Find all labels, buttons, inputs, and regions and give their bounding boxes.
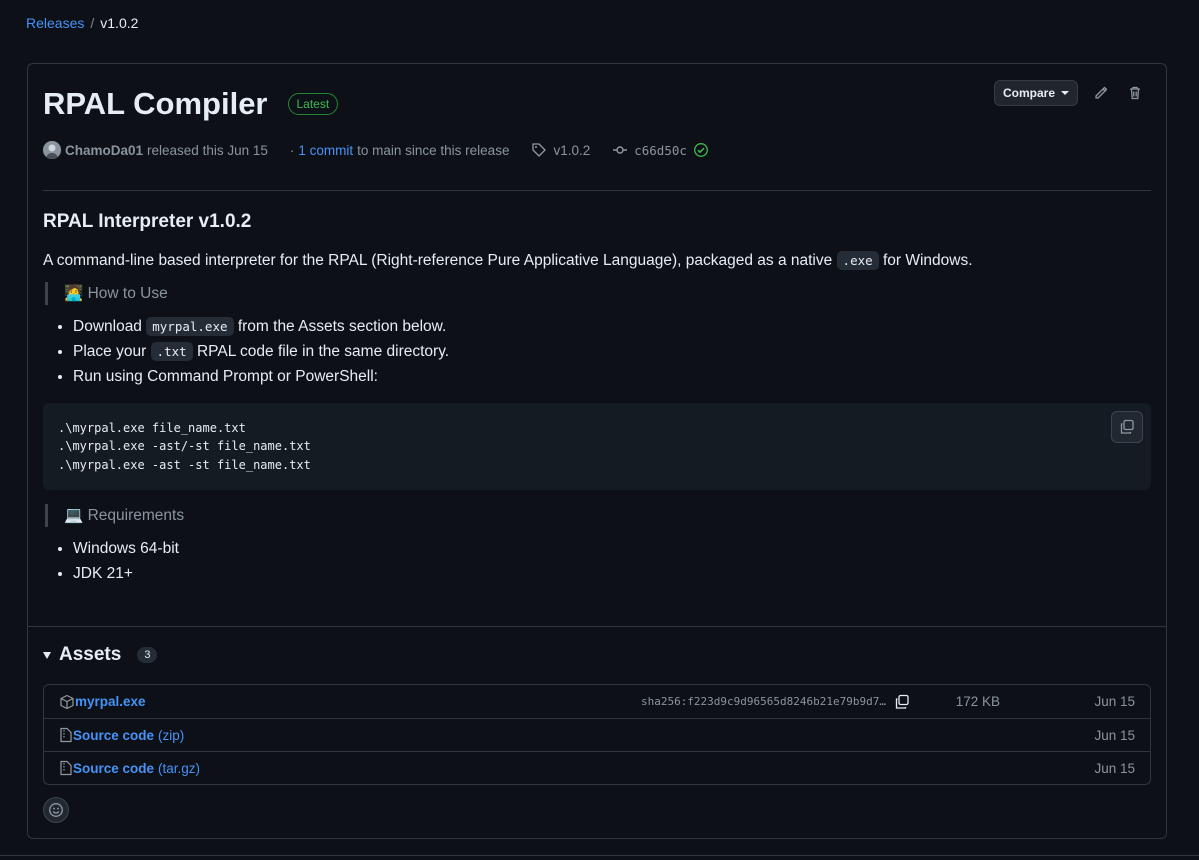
- page-bottom-border: [0, 855, 1199, 860]
- step-text: Download: [73, 317, 142, 335]
- asset-date: Jun 15: [1094, 727, 1135, 743]
- steps-list: Download myrpal.exe from the Assets sect…: [43, 315, 1151, 389]
- header-divider: [43, 190, 1151, 191]
- list-item: Run using Command Prompt or PowerShell:: [73, 365, 1151, 388]
- asset-date: Jun 15: [1094, 694, 1135, 709]
- notes-heading: RPAL Interpreter v1.0.2: [43, 211, 252, 232]
- package-icon: [60, 694, 74, 709]
- code-block: .\myrpal.exe file_name.txt .\myrpal.exe …: [43, 402, 1151, 490]
- verified-check-icon: [693, 143, 708, 157]
- how-to-use-quote: 🧑‍💻 How to Use: [45, 281, 1151, 305]
- inline-code: .txt: [150, 342, 193, 361]
- breadcrumb-releases-link[interactable]: Releases: [26, 15, 84, 31]
- step-text: Run using Command Prompt or PowerShell:: [73, 368, 378, 386]
- sha-text: sha256:f223d9c9d96565d8246b21e79b9d7…: [640, 695, 886, 708]
- asset-date: Jun 15: [1094, 760, 1135, 776]
- released-text: released this Jun 15: [147, 142, 268, 158]
- triangle-down-icon: [43, 651, 51, 659]
- caret-down-icon: [1061, 91, 1069, 95]
- commit-prefix: ·: [289, 142, 295, 158]
- notes-intro: A command-line based interpreter for the…: [43, 249, 1151, 272]
- release-actions: Compare: [993, 80, 1146, 106]
- author-link[interactable]: ChamoDa01: [65, 143, 143, 158]
- asset-link[interactable]: myrpal.exe: [59, 694, 146, 710]
- commit-suffix: to main since this release: [357, 142, 510, 158]
- edit-button[interactable]: [1090, 82, 1112, 104]
- tag-link[interactable]: v1.0.2: [531, 142, 590, 158]
- release-title-row: RPAL Compiler Latest: [43, 86, 339, 122]
- tag-icon: [532, 143, 547, 157]
- compare-button[interactable]: Compare: [993, 80, 1078, 106]
- breadcrumb-separator: /: [90, 15, 95, 31]
- commit-icon: [613, 146, 628, 154]
- avatar[interactable]: [43, 141, 61, 159]
- release-body: RPAL Compiler Latest Compare ChamoDa01 r…: [28, 64, 1166, 627]
- list-item: Download myrpal.exe from the Assets sect…: [73, 315, 1151, 338]
- asset-name: myrpal.exe: [75, 694, 146, 709]
- commit-count-link[interactable]: 1 commit: [298, 143, 353, 158]
- copy-button[interactable]: [1111, 410, 1143, 443]
- list-item: Windows 64-bit: [73, 537, 1151, 560]
- asset-link[interactable]: Source code (zip): [59, 727, 184, 743]
- asset-suffix: (zip): [158, 727, 185, 743]
- compare-label: Compare: [1002, 86, 1055, 100]
- asset-row: Source code (tar.gz) Jun 15: [44, 751, 1150, 784]
- step-text: RPAL code file in the same directory.: [196, 343, 450, 360]
- file-zip-icon: [60, 760, 72, 776]
- trash-icon: [1130, 86, 1140, 100]
- copy-icon[interactable]: [894, 694, 910, 710]
- delete-button[interactable]: [1124, 82, 1146, 104]
- commit-link[interactable]: c66d50c: [612, 142, 709, 158]
- assets-label: Assets: [59, 644, 122, 665]
- smiley-icon: [49, 803, 63, 817]
- code-line: .\myrpal.exe -ast/-st file_name.txt: [58, 439, 311, 453]
- release-notes: RPAL Interpreter v1.0.2 A command-line b…: [43, 208, 1151, 600]
- assets-count: 3: [137, 647, 158, 663]
- requirements-quote: 💻 Requirements: [45, 504, 1151, 527]
- assets-section: Assets 3 myrpal.exe sha256:f223d9c9d9656…: [43, 644, 1151, 785]
- intro-text-end: for Windows.: [882, 251, 973, 269]
- list-item: JDK 21+: [73, 562, 1151, 585]
- code-line: .\myrpal.exe file_name.txt: [58, 420, 246, 435]
- assets-list: myrpal.exe sha256:f223d9c9d96565d8246b21…: [43, 684, 1151, 785]
- commit-sha: c66d50c: [634, 142, 687, 158]
- tag-label: v1.0.2: [553, 142, 591, 158]
- asset-suffix: (tar.gz): [158, 760, 201, 776]
- asset-name: Source code: [73, 760, 155, 776]
- step-text: Place your: [73, 343, 147, 360]
- code-line: .\myrpal.exe -ast -st file_name.txt: [58, 457, 311, 472]
- asset-sha: sha256:f223d9c9d96565d8246b21e79b9d7…: [641, 694, 910, 710]
- asset-name: Source code: [73, 727, 155, 743]
- breadcrumb: Releases / v1.0.2: [26, 15, 138, 31]
- asset-link[interactable]: Source code (tar.gz): [59, 760, 200, 776]
- file-zip-icon: [60, 727, 72, 743]
- add-reaction-button[interactable]: [43, 797, 69, 823]
- inline-code: myrpal.exe: [146, 316, 234, 336]
- asset-row: Source code (zip) Jun 15: [44, 718, 1150, 751]
- assets-toggle[interactable]: Assets 3: [43, 644, 1151, 666]
- release-meta: ChamoDa01 released this Jun 15 · 1 commi…: [43, 141, 709, 159]
- asset-size: 172 KB: [955, 694, 1000, 709]
- copy-icon: [1120, 419, 1134, 434]
- intro-text: A command-line based interpreter for the…: [43, 251, 833, 269]
- list-item: Place your .txt RPAL code file in the sa…: [73, 340, 1151, 363]
- asset-row: myrpal.exe sha256:f223d9c9d96565d8246b21…: [44, 685, 1150, 718]
- breadcrumb-current: v1.0.2: [100, 15, 139, 31]
- pencil-icon: [1095, 86, 1108, 99]
- inline-code: .exe: [836, 250, 879, 270]
- release-card: RPAL Compiler Latest Compare ChamoDa01 r…: [27, 63, 1167, 839]
- latest-badge: Latest: [287, 93, 339, 115]
- release-title: RPAL Compiler: [43, 86, 268, 121]
- step-text: from the Assets section below.: [237, 317, 447, 335]
- requirements-list: Windows 64-bit JDK 21+: [43, 537, 1151, 586]
